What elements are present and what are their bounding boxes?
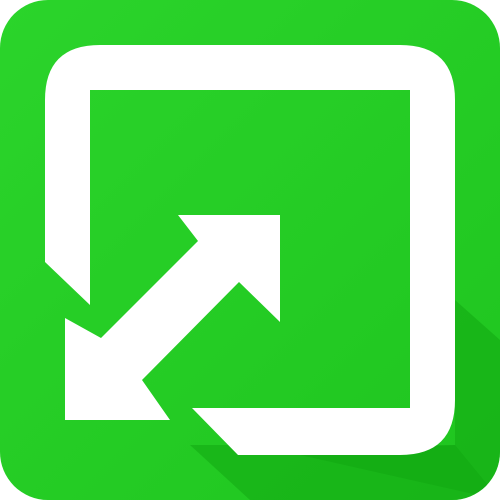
resize-icon: [0, 0, 500, 500]
app-icon[interactable]: [0, 0, 500, 500]
